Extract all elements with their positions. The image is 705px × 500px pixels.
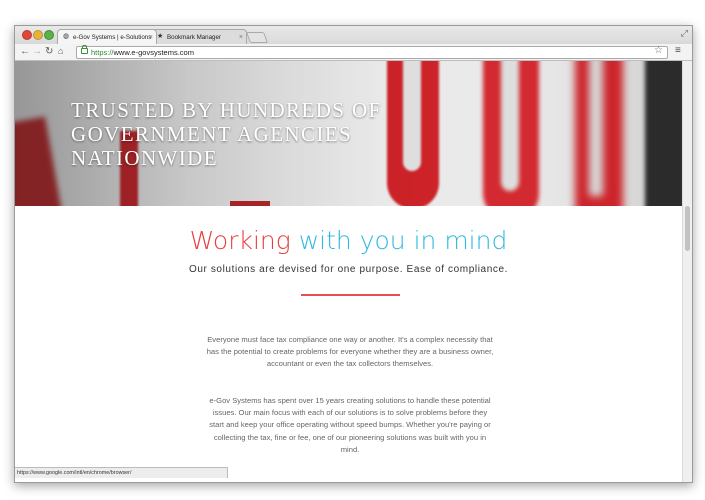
maximize-window-button[interactable] — [44, 30, 54, 40]
intro-paragraph: Everyone must face tax compliance one wa… — [206, 335, 494, 369]
back-arrow-icon[interactable]: ← — [20, 45, 30, 58]
vertical-scrollbar[interactable] — [682, 61, 692, 482]
section-divider — [301, 294, 400, 296]
section-subheading: Our solutions are devised for one purpos… — [188, 264, 509, 275]
reload-icon[interactable]: ↻ — [45, 45, 53, 58]
url-protocol: https:// — [91, 48, 114, 57]
browser-toolbar: ← → ↻ ⌂ https://www.e-govsystems.com ☆ ≡ — [15, 44, 692, 61]
heading-red-text: Working — [189, 226, 291, 255]
heading-blue-text: with you in mind — [298, 226, 508, 255]
new-tab-button[interactable] — [245, 32, 269, 43]
about-paragraph: e-Gov Systems has spent over 15 years cr… — [209, 396, 491, 454]
hero-title: TRUSTED BY HUNDREDS OF GOVERNMENT AGENCI… — [71, 98, 382, 170]
address-bar[interactable]: https://www.e-govsystems.com ☆ — [76, 45, 668, 59]
section-heading: Working with you in mind — [15, 226, 682, 255]
url-text[interactable]: https://www.e-govsystems.com — [91, 47, 194, 58]
hero-banner: TRUSTED BY HUNDREDS OF GOVERNMENT AGENCI… — [15, 61, 682, 206]
scrollbar-thumb[interactable] — [685, 206, 690, 251]
tab-label: e-Gov Systems | e-Solutions — [73, 34, 152, 41]
tab-egov-systems[interactable]: ◍ e-Gov Systems | e-Solutions × — [57, 29, 157, 44]
close-tab-icon[interactable]: × — [239, 30, 243, 44]
title-bar: ◍ e-Gov Systems | e-Solutions × ★ Bookma… — [15, 26, 692, 44]
star-icon: ★ — [157, 33, 164, 40]
url-domain: www.e-govsystems.com — [113, 48, 194, 57]
close-tab-icon[interactable]: × — [149, 30, 153, 44]
forward-arrow-icon[interactable]: → — [32, 45, 42, 58]
home-icon[interactable]: ⌂ — [58, 45, 63, 58]
menu-icon[interactable]: ≡ — [675, 45, 681, 56]
close-window-button[interactable] — [22, 30, 32, 40]
tab-label: Bookmark Manager — [167, 34, 221, 41]
globe-icon: ◍ — [63, 33, 70, 40]
tab-bookmark-manager[interactable]: ★ Bookmark Manager × — [151, 29, 247, 44]
browser-window: ◍ e-Gov Systems | e-Solutions × ★ Bookma… — [14, 25, 693, 483]
bookmark-star-icon[interactable]: ☆ — [654, 45, 663, 56]
page-viewport: TRUSTED BY HUNDREDS OF GOVERNMENT AGENCI… — [15, 61, 682, 482]
status-bar-url: https://www.google.com/intl/en/chrome/br… — [15, 467, 228, 478]
lock-icon — [81, 45, 88, 54]
minimize-window-button[interactable] — [33, 30, 43, 40]
fullscreen-icon[interactable]: ⤢ — [681, 28, 688, 39]
